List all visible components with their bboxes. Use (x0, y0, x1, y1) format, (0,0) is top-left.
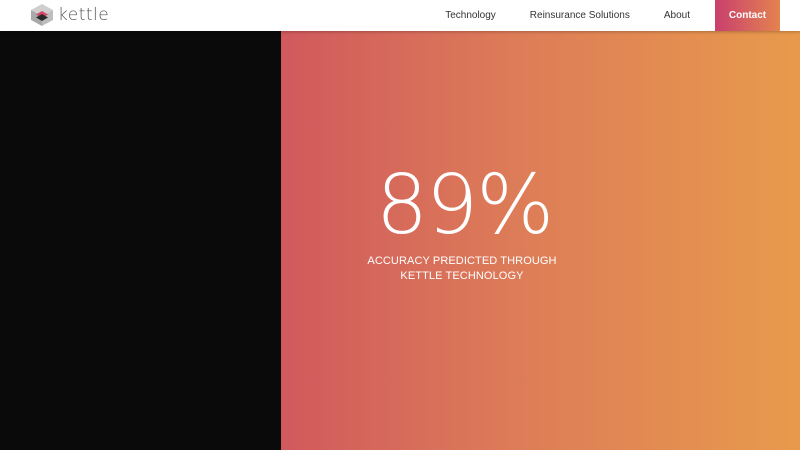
kettle-cube-logo-icon (31, 4, 53, 26)
stat-caption: ACCURACY PREDICTED THROUGH KETTLE TECHNO… (362, 254, 562, 283)
main-nav: Technology Reinsurance Solutions About C… (428, 0, 780, 31)
stat-caption-line-2: KETTLE TECHNOLOGY (400, 269, 524, 282)
site-header: kettle Technology Reinsurance Solutions … (0, 0, 800, 31)
stat-value: 89% (375, 158, 554, 253)
nav-technology[interactable]: Technology (428, 0, 513, 31)
contact-button[interactable]: Contact (715, 0, 780, 31)
logo-text: kettle (58, 5, 110, 25)
nav-reinsurance-solutions[interactable]: Reinsurance Solutions (513, 0, 647, 31)
logo[interactable]: kettle (30, 3, 109, 27)
stat-panel: 89% ACCURACY PREDICTED THROUGH KETTLE TE… (281, 31, 800, 450)
stat-caption-line-1: ACCURACY PREDICTED THROUGH (367, 255, 557, 267)
left-dark-panel (0, 31, 281, 450)
nav-about[interactable]: About (647, 0, 707, 31)
